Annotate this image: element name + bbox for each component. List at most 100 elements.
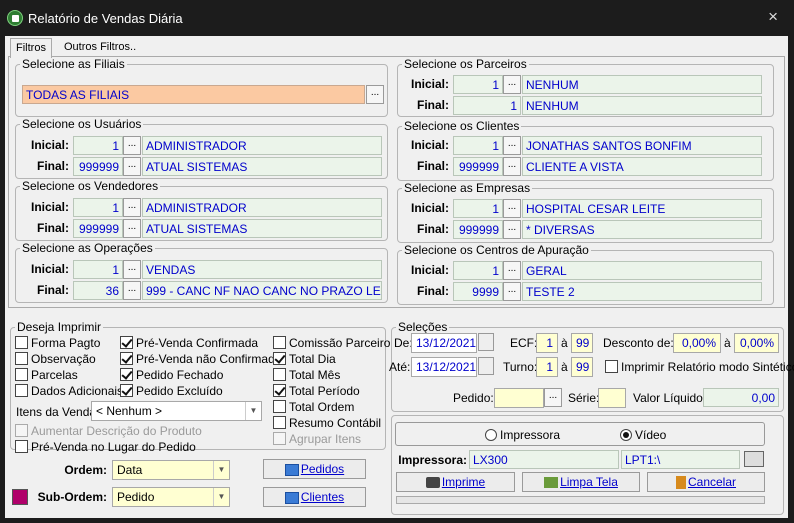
turno-from-field[interactable]: 1	[536, 357, 558, 377]
tab-outros-filtros[interactable]: Outros Filtros..	[59, 38, 141, 58]
pedido-label: Pedido:	[453, 391, 494, 405]
output-radio-group	[395, 422, 765, 446]
pedido-lookup-button[interactable]: ...	[544, 388, 562, 407]
check-resumo-contabil[interactable]: Resumo Contábil	[273, 416, 381, 431]
check-observacao[interactable]: Observação	[15, 352, 96, 367]
clientes-inicial-desc: JONATHAS SANTOS BONFIM	[522, 136, 762, 155]
checkbox-icon	[605, 360, 618, 373]
clientes-button[interactable]: Clientes	[263, 487, 366, 507]
export-icon	[284, 463, 299, 476]
imprime-button[interactable]: Imprime	[396, 472, 515, 492]
tab-filtros[interactable]: Filtros	[10, 38, 52, 58]
ecf-from-field[interactable]: 1	[536, 333, 558, 353]
clientes-final-code[interactable]: 999999	[453, 157, 503, 176]
date-to-field[interactable]: 13/12/2021	[411, 357, 477, 377]
vendedores-final-desc: ATUAL SISTEMAS	[142, 219, 382, 238]
centros-inicial-code[interactable]: 1	[453, 261, 503, 280]
desconto-to-field[interactable]: 0,00%	[734, 333, 779, 353]
centros-final-lookup-button[interactable]: ...	[503, 282, 521, 301]
clientes-inicial-code[interactable]: 1	[453, 136, 503, 155]
operacoes-inicial-code[interactable]: 1	[73, 260, 123, 279]
chevron-down-icon: ▼	[213, 488, 229, 506]
itens-venda-select[interactable]: < Nenhum > ▼	[91, 401, 262, 421]
empresas-inicial-code[interactable]: 1	[453, 199, 503, 218]
subordem-select[interactable]: Pedido ▼	[112, 487, 230, 507]
vendedores-final-code[interactable]: 999999	[73, 219, 123, 238]
check-comissao-parceiro[interactable]: Comissão Parceiro	[273, 336, 390, 351]
check-pedido-excluido[interactable]: Pedido Excluído	[120, 384, 223, 399]
printer-icon[interactable]	[744, 451, 764, 467]
vendedores-inicial-code[interactable]: 1	[73, 198, 123, 217]
clientes-final-desc: CLIENTE A VISTA	[522, 157, 762, 176]
serie-field[interactable]	[598, 388, 626, 408]
selecoes-legend: Seleções	[398, 320, 448, 334]
usuarios-inicial-lookup-button[interactable]: ...	[123, 136, 141, 155]
pedido-field[interactable]	[494, 388, 544, 408]
usuarios-final-lookup-button[interactable]: ...	[123, 157, 141, 176]
desconto-from-field[interactable]: 0,00%	[673, 333, 721, 353]
check-total-dia[interactable]: Total Dia	[273, 352, 336, 367]
centros-inicial-lookup-button[interactable]: ...	[503, 261, 521, 280]
centros-final-label: Final:	[417, 284, 449, 298]
check-prevenda-nao-confirmada[interactable]: Pré-Venda não Confirmada	[120, 352, 281, 367]
door-icon	[675, 476, 686, 490]
valor-liquido-field: 0,00	[703, 388, 779, 407]
vendedores-inicial-desc: ADMINISTRADOR	[142, 198, 382, 217]
export-icon	[284, 491, 299, 504]
filiais-field[interactable]: TODAS AS FILIAIS	[22, 85, 365, 104]
close-icon[interactable]: ×	[768, 7, 778, 27]
ordem-select[interactable]: Data ▼	[112, 460, 230, 480]
usuarios-inicial-label: Inicial:	[30, 138, 69, 152]
clientes-inicial-lookup-button[interactable]: ...	[503, 136, 521, 155]
check-dados-adicionais[interactable]: Dados Adicionais	[15, 384, 123, 399]
clientes-final-lookup-button[interactable]: ...	[503, 157, 521, 176]
usuarios-inicial-desc: ADMINISTRADOR	[142, 136, 382, 155]
check-total-mes[interactable]: Total Mês	[273, 368, 340, 383]
radio-icon	[485, 429, 497, 441]
save-icon[interactable]	[12, 489, 28, 505]
check-forma-pagto[interactable]: Forma Pagto	[15, 336, 100, 351]
check-prevenda-confirmada[interactable]: Pré-Venda Confirmada	[120, 336, 258, 351]
clientes-legend: Selecione os Clientes	[404, 119, 520, 133]
check-prevenda-lugar-pedido[interactable]: Pré-Venda no Lugar do Pedido	[15, 440, 196, 455]
clientes-final-label: Final:	[417, 159, 449, 173]
empresas-legend: Selecione as Empresas	[404, 181, 531, 195]
date-from-field[interactable]: 13/12/2021	[411, 333, 477, 353]
vendedores-inicial-lookup-button[interactable]: ...	[123, 198, 141, 217]
centros-final-code[interactable]: 9999	[453, 282, 503, 301]
cancelar-button[interactable]: Cancelar	[647, 472, 765, 492]
filiais-lookup-button[interactable]: ...	[366, 85, 384, 104]
ecf-to-field[interactable]: 99	[571, 333, 593, 353]
parceiros-inicial-code[interactable]: 1	[453, 75, 503, 94]
empresas-final-lookup-button[interactable]: ...	[503, 220, 521, 239]
parceiros-inicial-lookup-button[interactable]: ...	[503, 75, 521, 94]
usuarios-inicial-code[interactable]: 1	[73, 136, 123, 155]
impressora-field: LX300	[469, 450, 619, 469]
pedidos-button[interactable]: Pedidos	[263, 459, 366, 479]
operacoes-final-lookup-button[interactable]: ...	[123, 281, 141, 300]
turno-to-field[interactable]: 99	[571, 357, 593, 377]
calendar-icon[interactable]	[478, 357, 494, 375]
ecf-a-label: à	[561, 336, 568, 350]
checkbox-icon	[273, 400, 286, 413]
empresas-inicial-label: Inicial:	[410, 201, 449, 215]
usuarios-final-code[interactable]: 999999	[73, 157, 123, 176]
operacoes-final-code[interactable]: 36	[73, 281, 123, 300]
calendar-icon[interactable]	[478, 333, 494, 351]
radio-video[interactable]: Vídeo	[620, 428, 666, 442]
limpa-tela-button[interactable]: Limpa Tela	[522, 472, 640, 492]
check-parcelas[interactable]: Parcelas	[15, 368, 78, 383]
vendedores-final-lookup-button[interactable]: ...	[123, 219, 141, 238]
operacoes-inicial-lookup-button[interactable]: ...	[123, 260, 141, 279]
check-modo-sintetico[interactable]: Imprimir Relatório modo Sintético	[605, 360, 794, 375]
operacoes-final-label: Final:	[37, 283, 69, 297]
check-total-ordem[interactable]: Total Ordem	[273, 400, 354, 415]
parceiros-final-code[interactable]: 1	[453, 96, 521, 115]
empresas-final-code[interactable]: 999999	[453, 220, 503, 239]
empresas-inicial-lookup-button[interactable]: ...	[503, 199, 521, 218]
check-total-periodo[interactable]: Total Período	[273, 384, 360, 399]
check-pedido-fechado[interactable]: Pedido Fechado	[120, 368, 223, 383]
parceiros-final-desc: NENHUM	[522, 96, 762, 115]
radio-impressora[interactable]: Impressora	[485, 428, 560, 442]
turno-a-label: à	[561, 360, 568, 374]
